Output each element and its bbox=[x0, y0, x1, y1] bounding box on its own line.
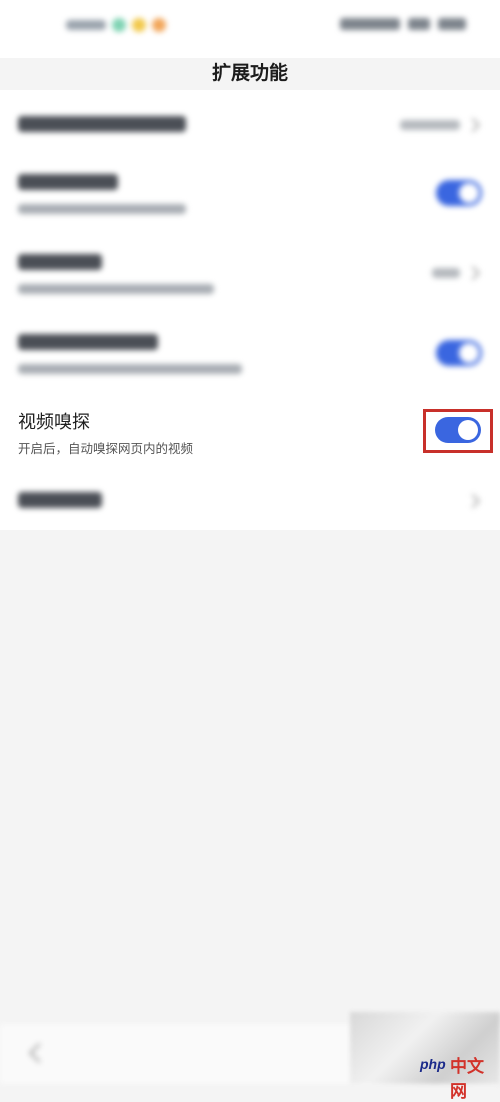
screen: 扩展功能 视频嗅探 开启后，自动嗅探网页内的视频 php 中文网 bbox=[0, 0, 500, 1102]
watermark-php-text: php bbox=[420, 1056, 446, 1072]
row-value-placeholder bbox=[400, 120, 460, 130]
chevron-right-icon bbox=[465, 117, 481, 133]
row-value-placeholder bbox=[432, 268, 460, 278]
status-app-icon bbox=[132, 18, 146, 32]
chevron-right-icon bbox=[465, 493, 481, 509]
highlight-box bbox=[423, 409, 493, 453]
settings-row-blurred[interactable] bbox=[0, 90, 500, 160]
toggle-knob bbox=[459, 343, 479, 363]
video-sniff-title: 视频嗅探 bbox=[18, 412, 90, 433]
battery-icon bbox=[438, 18, 466, 30]
watermark-cn-text: 中文网 bbox=[450, 1057, 484, 1102]
video-sniff-subtitle: 开启后，自动嗅探网页内的视频 bbox=[18, 441, 194, 456]
status-left bbox=[66, 18, 166, 32]
toggle-knob bbox=[459, 183, 479, 203]
settings-row-blurred[interactable] bbox=[0, 240, 500, 320]
row-title-placeholder bbox=[18, 334, 158, 350]
status-time-placeholder bbox=[66, 20, 106, 30]
back-icon[interactable] bbox=[29, 1043, 49, 1063]
toggle-switch[interactable] bbox=[436, 340, 482, 366]
row-title-placeholder bbox=[18, 174, 118, 190]
settings-row-blurred[interactable] bbox=[0, 470, 500, 530]
page-title: 扩展功能 bbox=[211, 62, 288, 84]
row-subtitle-placeholder bbox=[18, 204, 186, 214]
chevron-right-icon bbox=[465, 265, 481, 281]
row-subtitle-placeholder bbox=[18, 364, 242, 374]
status-app-icon bbox=[112, 18, 126, 32]
settings-list: 视频嗅探 开启后，自动嗅探网页内的视频 bbox=[0, 90, 500, 530]
toggle-switch[interactable] bbox=[436, 180, 482, 206]
row-title-placeholder bbox=[18, 254, 102, 270]
status-right bbox=[340, 18, 466, 30]
status-wifi-icon bbox=[408, 18, 430, 30]
row-title-placeholder bbox=[18, 116, 186, 132]
row-title-placeholder bbox=[18, 492, 102, 508]
settings-row-blurred bbox=[0, 160, 500, 240]
watermark: php 中文网 bbox=[350, 1012, 500, 1102]
status-app-icon bbox=[152, 18, 166, 32]
row-subtitle-placeholder bbox=[18, 284, 214, 294]
status-bar bbox=[0, 0, 500, 58]
status-signal-icon bbox=[340, 18, 400, 30]
settings-row-blurred bbox=[0, 320, 500, 400]
